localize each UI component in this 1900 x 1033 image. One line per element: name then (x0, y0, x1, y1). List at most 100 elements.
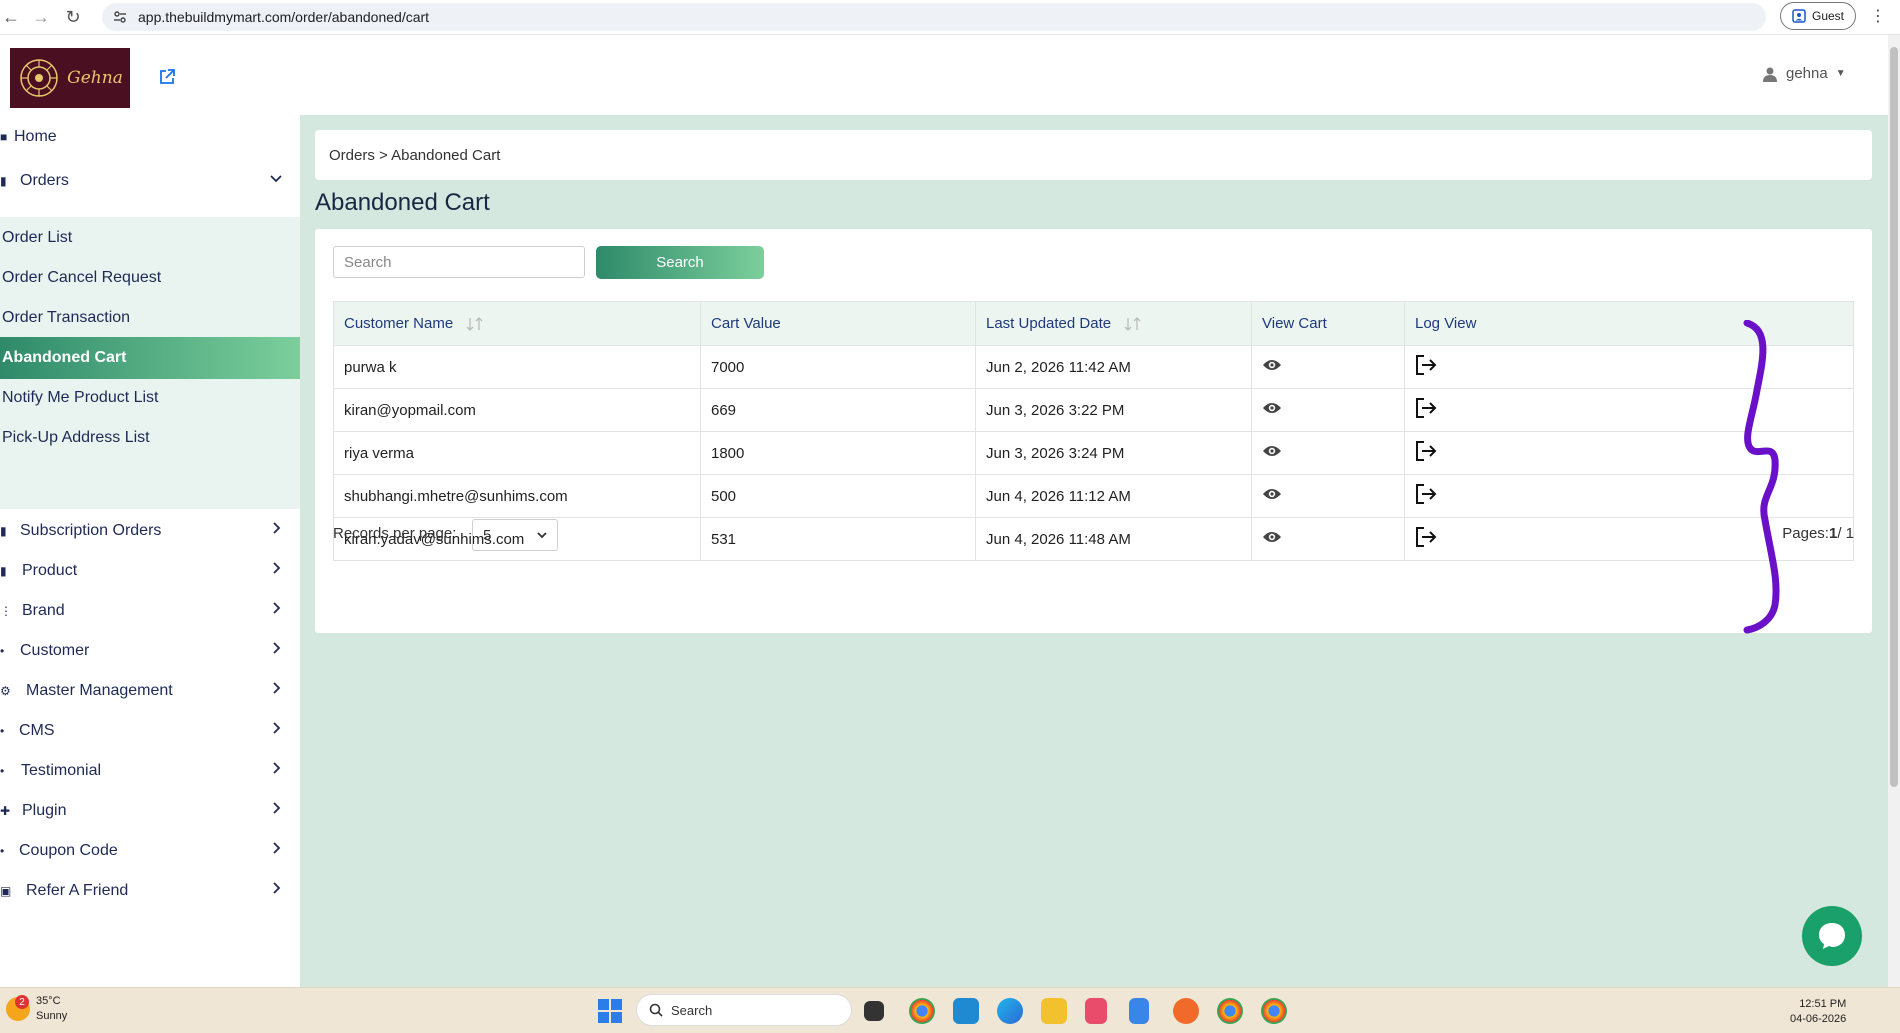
sidebar-item-coupon-code[interactable]: • Coupon Code (0, 829, 300, 873)
sidebar-item-orders[interactable]: ▮ Orders (0, 159, 300, 203)
submenu-item-order-list[interactable]: Order List (0, 217, 300, 259)
sidebar-item-subscription-orders[interactable]: ▮ Subscription Orders (0, 509, 300, 553)
edge-icon[interactable] (997, 998, 1023, 1024)
notification-badge: 2 (15, 995, 29, 1009)
external-link-icon[interactable] (158, 68, 176, 86)
cell-view-cart (1251, 345, 1405, 389)
search-icon (649, 1003, 663, 1017)
home-icon: ■ (0, 130, 8, 144)
user-name: gehna (1786, 65, 1828, 82)
column-label: Cart Value (711, 315, 781, 332)
chrome-icon[interactable] (909, 998, 935, 1024)
table-header-row: Customer Name Cart Value Last Updated Da… (333, 301, 1854, 346)
sidebar-item-product[interactable]: ▮ Product (0, 549, 300, 593)
submenu-item-pickup-address-list[interactable]: Pick-Up Address List (0, 417, 300, 459)
records-per-page-select[interactable]: 5 (472, 519, 558, 551)
page-scrollbar[interactable] (1888, 35, 1900, 987)
logout-icon[interactable] (1415, 354, 1437, 376)
column-header-view-cart: View Cart (1251, 301, 1405, 346)
sort-icon[interactable] (1123, 317, 1143, 331)
logout-icon[interactable] (1415, 440, 1437, 462)
cell-customer-name: kiran@yopmail.com (333, 388, 701, 432)
temperature: 35°C (36, 995, 61, 1007)
logout-icon[interactable] (1415, 483, 1437, 505)
sidebar-item-label: Testimonial (21, 762, 102, 779)
chevron-down-icon (537, 532, 547, 539)
logout-icon[interactable] (1415, 397, 1437, 419)
browser-menu-icon[interactable]: ⋮ (1870, 6, 1886, 26)
submenu-item-label: Order Transaction (2, 309, 131, 326)
url-text[interactable]: app.thebuildmymart.com/order/abandoned/c… (138, 9, 429, 25)
forward-icon[interactable]: → (30, 6, 52, 28)
taskbar-search[interactable]: Search (636, 994, 852, 1026)
submenu-item-notify-me-product-list[interactable]: Notify Me Product List (0, 377, 300, 419)
submenu-item-abandoned-cart[interactable]: Abandoned Cart (0, 337, 300, 379)
sort-icon[interactable] (465, 317, 485, 331)
sidebar-item-home[interactable]: ■ Home (0, 115, 300, 159)
search-button[interactable]: Search (596, 246, 764, 279)
snipping-tool-icon[interactable] (1085, 998, 1107, 1024)
vscode-icon[interactable] (953, 998, 979, 1024)
page-title: Abandoned Cart (315, 189, 490, 216)
eye-icon[interactable] (1262, 401, 1282, 415)
chrome-icon[interactable] (1261, 998, 1287, 1024)
notepad-icon[interactable] (1129, 998, 1149, 1024)
plugin-icon: ✚ (0, 804, 11, 818)
file-explorer-icon[interactable] (1041, 998, 1067, 1024)
orders-submenu: Order List Order Cancel Request Order Tr… (0, 217, 300, 509)
reload-icon[interactable]: ↻ (62, 6, 84, 28)
chrome-icon[interactable] (1217, 998, 1243, 1024)
sidebar: ■ Home ▮ Orders Order List Order Cancel … (0, 115, 300, 987)
column-label: View Cart (1262, 315, 1327, 332)
sidebar-item-cms[interactable]: • CMS (0, 709, 300, 753)
testimonial-icon: • (0, 764, 5, 778)
submenu-item-order-cancel-request[interactable]: Order Cancel Request (0, 257, 300, 299)
gear-icon: ⚙ (0, 684, 11, 698)
column-header-customer-name[interactable]: Customer Name (333, 301, 701, 346)
profile-label: Guest (1811, 9, 1844, 23)
chevron-right-icon (273, 762, 281, 774)
cell-last-updated-date: Jun 2, 2026 11:42 AM (975, 345, 1252, 389)
search-input[interactable] (333, 246, 585, 278)
caret-down-icon: ▼ (1835, 68, 1846, 79)
taskbar-search-label: Search (671, 1002, 713, 1018)
user-menu[interactable]: gehna ▼ (1762, 65, 1846, 82)
weather-widget[interactable]: 2 35°C Sunny (6, 994, 67, 1024)
address-bar[interactable]: app.thebuildmymart.com/order/abandoned/c… (102, 3, 1766, 31)
sidebar-item-testimonial[interactable]: • Testimonial (0, 749, 300, 793)
brand-logo[interactable]: Gehna (10, 48, 130, 108)
submenu-item-order-transaction[interactable]: Order Transaction (0, 297, 300, 339)
column-header-last-updated-date[interactable]: Last Updated Date (975, 301, 1252, 346)
eye-icon[interactable] (1262, 530, 1282, 544)
paint-icon[interactable] (1173, 998, 1199, 1024)
windows-start-icon[interactable] (598, 999, 622, 1023)
back-icon[interactable]: ← (0, 6, 22, 28)
sidebar-item-plugin[interactable]: ✚ Plugin (0, 789, 300, 833)
sidebar-item-master-management[interactable]: ⚙ Master Management (0, 669, 300, 713)
logout-icon[interactable] (1415, 526, 1437, 548)
chevron-right-icon (273, 602, 281, 614)
abandoned-cart-table: Customer Name Cart Value Last Updated Da… (333, 301, 1854, 561)
sidebar-item-customer[interactable]: • Customer (0, 629, 300, 673)
scrollbar-thumb[interactable] (1890, 47, 1898, 787)
task-view-icon[interactable] (864, 1001, 884, 1021)
cell-last-updated-date: Jun 3, 2026 3:24 PM (975, 431, 1252, 475)
profile-icon (1792, 9, 1806, 23)
brand-icon: ⋮ (0, 604, 12, 618)
user-icon (1763, 67, 1777, 82)
system-clock[interactable]: 12:51 PM 04-06-2026 (1790, 997, 1846, 1027)
eye-icon[interactable] (1262, 487, 1282, 501)
sidebar-item-brand[interactable]: ⋮ Brand (0, 589, 300, 633)
sidebar-item-refer-a-friend[interactable]: ▣ Refer A Friend (0, 869, 300, 913)
clock-time: 12:51 PM (1799, 998, 1847, 1010)
cell-customer-name: riya verma (333, 431, 701, 475)
chat-button[interactable] (1802, 906, 1862, 966)
eye-icon[interactable] (1262, 358, 1282, 372)
orders-icon: ▮ (0, 174, 7, 188)
site-settings-icon[interactable] (112, 9, 128, 25)
eye-icon[interactable] (1262, 444, 1282, 458)
table-row: kiran.yadav@sunhims.com 531 Jun 4, 2026 11… (333, 517, 1854, 561)
table-row: riya verma 1800 Jun 3, 2026 3:24 PM (333, 431, 1854, 475)
app-header: Gehna gehna ▼ (0, 35, 1888, 115)
profile-button[interactable]: Guest (1780, 2, 1856, 30)
